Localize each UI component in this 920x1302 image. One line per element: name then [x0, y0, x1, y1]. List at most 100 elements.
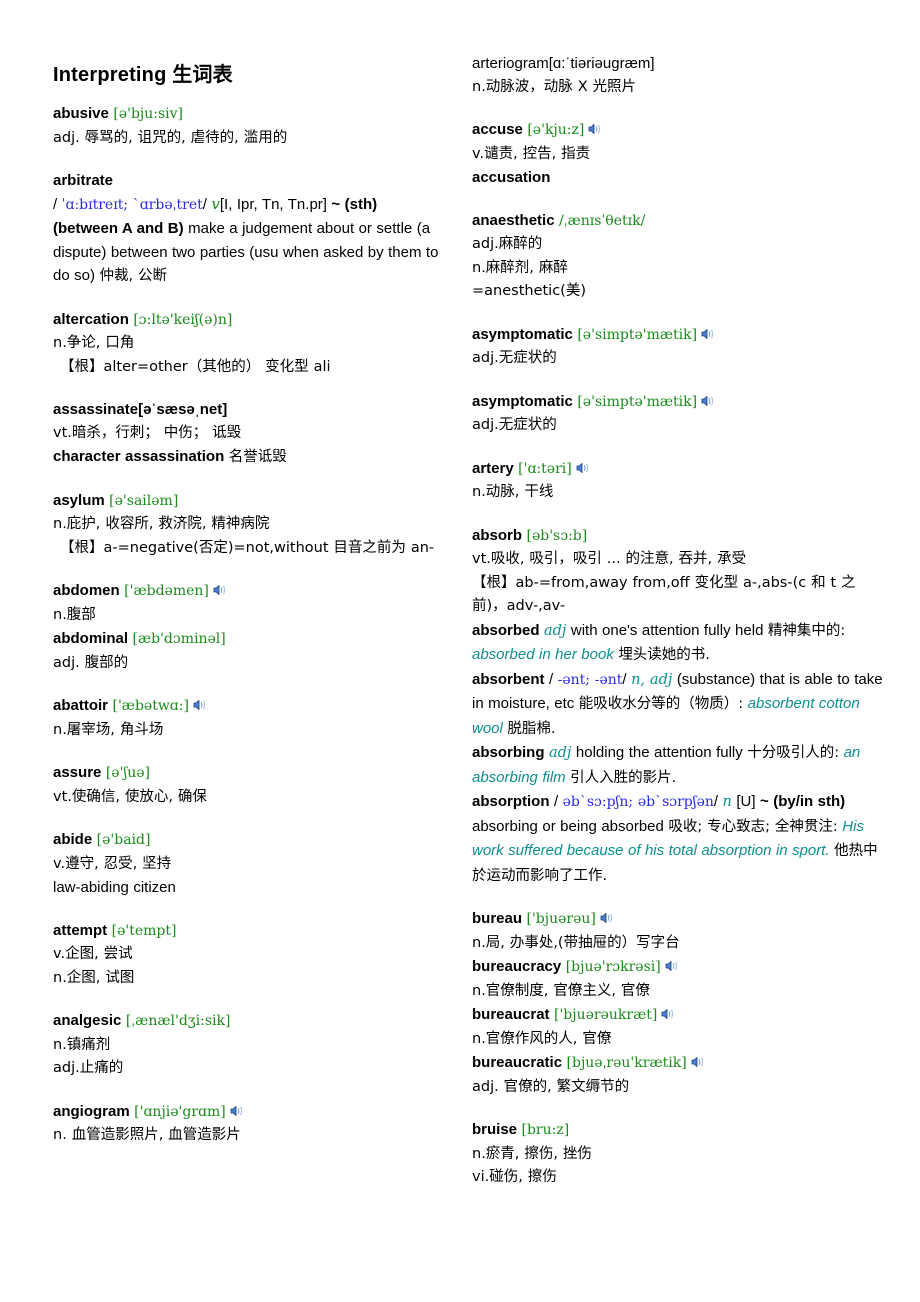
- dictionary-entry-attempt: attempt [ə'tempt] v.企图, 尝试 n.企图, 试图: [53, 919, 440, 991]
- phonetic-transcription: ['æbdəmen]: [124, 583, 209, 599]
- speaker-icon[interactable]: [213, 584, 227, 596]
- entry-definition: n.麻醉剂, 麻醉: [472, 259, 568, 276]
- speaker-icon[interactable]: [661, 1008, 675, 1020]
- entry-headword-line: bureaucrat ['bjuərəukræt]: [472, 1003, 890, 1028]
- speaker-icon[interactable]: [576, 462, 590, 474]
- entry-headword-line: asymptomatic [ə'simptə'mætik]: [472, 323, 890, 348]
- entry-definition: v.谴责, 控告, 指责: [472, 145, 591, 162]
- entry-root-note: 【根】a-=negative(否定)=not,without 目音之前为 an-: [60, 539, 435, 556]
- sub-headword: abdominal: [53, 630, 129, 647]
- phonetic-transcription: ['bjuərəukræt]: [554, 1007, 658, 1023]
- part-of-speech: v: [211, 194, 220, 213]
- entry-headword-line: anaesthetic /ˌænɪsˈθetɪk/: [472, 209, 890, 234]
- dictionary-entry-analgesic: analgesic [ˌænæl'dʒi:sik] n.镇痛剂 adj.止痛的: [53, 1009, 440, 1081]
- speaker-icon[interactable]: [701, 328, 715, 340]
- entry-headword-line: absorb [əb'sɔ:b]: [472, 524, 890, 549]
- phonetic-transcription: [bru:z]: [521, 1122, 570, 1138]
- entry-definition: n. 血管造影照片, 血管造影片: [53, 1127, 241, 1143]
- speaker-icon[interactable]: [691, 1056, 705, 1068]
- phonetic-transcription: [bjuəˌrəu'krætik]: [566, 1055, 687, 1071]
- dictionary-entry-angiogram: angiogram ['ɑnjiə'grɑm] n. 血管造影照片, 血管造影片: [53, 1100, 440, 1148]
- phonetic-transcription: [əˈsæsəˌnet]: [138, 401, 228, 418]
- phonetic-transcription: [ə'simptə'mætik]: [577, 393, 698, 410]
- sub-phonetic-transcription: [æb'dɔminəl]: [132, 631, 226, 647]
- definition-en: with one's attention fully held: [570, 621, 764, 639]
- dictionary-entry-artery: artery ['ɑ:təri] n.动脉, 干线: [472, 457, 890, 505]
- entry-derived-form: accusation: [472, 166, 890, 190]
- entry-definition: n.企图, 试图: [53, 969, 135, 986]
- speaker-icon[interactable]: [230, 1105, 244, 1117]
- headword: bureaucrat: [472, 1006, 550, 1023]
- headword: anaesthetic: [472, 211, 555, 229]
- phonetic-transcription: [ə'sailəm]: [109, 492, 179, 509]
- entry-definition: n.腹部: [53, 606, 96, 623]
- part-of-speech: n, adj: [631, 671, 673, 688]
- derived-word: character assassination: [53, 448, 225, 465]
- entry-headword-line: bureaucracy [bjuə'rɔkrəsi]: [472, 955, 890, 980]
- entry-definition: v.企图, 尝试: [53, 946, 133, 962]
- headword: bureau: [472, 910, 523, 927]
- entry-headword-line: assassinate[əˈsæsəˌnet]: [53, 398, 440, 422]
- example-translation: 引人入胜的影片.: [570, 769, 677, 786]
- entry-headword-line: arteriogram[ɑ:ˈtiəriəugræm]: [472, 52, 890, 76]
- part-of-speech: adj: [543, 622, 567, 639]
- grammar-codes: [I, Ipr, Tn, Tn.pr]: [219, 195, 327, 213]
- dictionary-entry-altercation: altercation [ɔ:ltə'keiʃ(ə)n] n.争论, 口角 【根…: [53, 308, 440, 380]
- entry-headword-line: attempt [ə'tempt]: [53, 919, 440, 944]
- phonetic-transcription: əbˋsɔ:pʃn; əbˋsɔrpʃən: [562, 794, 714, 810]
- entry-root-note: 【根】alter=other（其他的） 变化型 ali: [60, 358, 331, 375]
- entry-headword-line: accuse [ə'kju:z]: [472, 118, 890, 143]
- speaker-icon[interactable]: [600, 912, 614, 924]
- speaker-icon[interactable]: [701, 395, 715, 407]
- speaker-icon[interactable]: [193, 699, 207, 711]
- sub-headword: absorbent: [472, 670, 545, 688]
- dictionary-entry-abusive: abusive [ə'bju:siv] adj. 辱骂的, 诅咒的, 虐待的, …: [53, 102, 440, 150]
- dictionary-entry-assassinate: assassinate[əˈsæsəˌnet] vt.暗杀，行刺； 中伤； 诋毁…: [53, 398, 440, 470]
- entry-headword-line: asymptomatic [ə'simptə'mætik]: [472, 390, 890, 415]
- entry-definition: adj.无症状的: [472, 350, 557, 366]
- dictionary-entry-bureau: bureau ['bjuərəu] n.局, 办事处,(带抽屉的）写字台 bur…: [472, 907, 890, 1099]
- entry-definition: vi.碰伤, 擦伤: [472, 1169, 557, 1185]
- dictionary-entry-bruise: bruise [bru:z] n.瘀青, 擦伤, 挫伤 vi.碰伤, 擦伤: [472, 1118, 890, 1190]
- headword: bureaucratic: [472, 1054, 563, 1071]
- phonetic-transcription: [ɔ:ltə'keiʃ(ə)n]: [133, 311, 233, 328]
- entry-definition: n.庇护, 收容所, 救济院, 精神病院: [53, 516, 270, 532]
- page-title-cjk: 生词表: [172, 62, 233, 86]
- phonetic-transcription: [ə'ʃuə]: [105, 765, 151, 781]
- phonetic-transcription: /ˌænɪsˈθetɪk/: [559, 212, 646, 229]
- headword: arteriogram: [472, 55, 549, 72]
- dictionary-entry-abide: abide [ə'baid] v.遵守, 忍受, 坚持 law-abiding …: [53, 828, 440, 900]
- headword: bureaucracy: [472, 958, 562, 975]
- entry-headword-line: analgesic [ˌænæl'dʒi:sik]: [53, 1009, 440, 1034]
- entry-definition: n.官僚作风的人, 官僚: [472, 1030, 612, 1047]
- entry-root-note: 【根】ab-=from,away from,off 变化型 a-,abs-(c …: [472, 574, 856, 615]
- sub-headword: absorbed: [472, 621, 540, 639]
- dictionary-entry-asymptomatic-2: asymptomatic [ə'simptə'mætik] adj.无症状的: [472, 390, 890, 438]
- entry-headword-line: assure [ə'ʃuə]: [53, 761, 440, 786]
- entry-definition: vt.暗杀，行刺； 中伤； 诋毁: [53, 424, 242, 441]
- headword: absorb: [472, 526, 523, 544]
- dictionary-entry-assure: assure [ə'ʃuə] vt.使确信, 使放心, 确保: [53, 761, 440, 809]
- entry-definition: n.动脉, 干线: [472, 484, 554, 500]
- left-column: Interpreting 生词表 abusive [ə'bju:siv] adj…: [0, 0, 452, 1167]
- derived-definition: 名誉诋毁: [228, 449, 287, 465]
- headword: analgesic: [53, 1012, 122, 1029]
- document-page: Interpreting 生词表 abusive [ə'bju:siv] adj…: [0, 0, 920, 1302]
- speaker-icon[interactable]: [665, 960, 679, 972]
- entry-headword-line: altercation [ɔ:ltə'keiʃ(ə)n]: [53, 308, 440, 333]
- entry-definition: adj.无症状的: [472, 417, 557, 433]
- entry-headword-line: bruise [bru:z]: [472, 1118, 890, 1143]
- phonetic-transcription: [ɑ:ˈtiəriəugræm]: [548, 55, 655, 72]
- subentry-absorbing: absorbing adj holding the attention full…: [472, 741, 890, 790]
- entry-definition: n.瘀青, 擦伤, 挫伤: [472, 1145, 592, 1162]
- entry-headword-line: abusive [ə'bju:siv]: [53, 102, 440, 127]
- part-of-speech: n: [722, 794, 732, 810]
- phonetic-transcription: ˈɑːbɪtreɪt; ˋɑrbəˌtret: [61, 196, 203, 213]
- phonetic-transcription: [ˌænæl'dʒi:sik]: [125, 1013, 231, 1029]
- example-translation: 脱脂棉.: [507, 720, 556, 737]
- subentry-absorbent: absorbent / -ənt; -ənt/ n, adj (substanc…: [472, 670, 883, 737]
- speaker-icon[interactable]: [588, 123, 602, 135]
- dictionary-entry-anaesthetic: anaesthetic /ˌænɪsˈθetɪk/ adj.麻醉的 n.麻醉剂,…: [472, 209, 890, 304]
- headword: artery: [472, 459, 514, 477]
- page-title: Interpreting 生词表: [53, 62, 440, 88]
